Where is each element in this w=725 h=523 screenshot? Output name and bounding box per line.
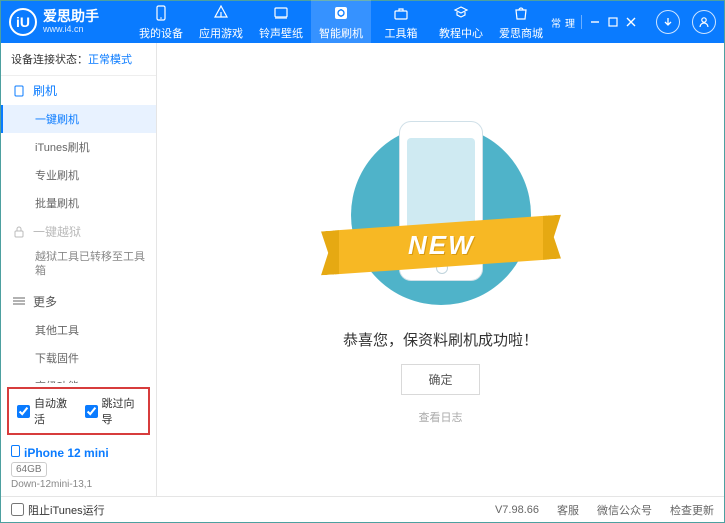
maximize-icon[interactable] [606, 15, 620, 29]
close-icon[interactable] [624, 15, 638, 29]
success-illustration: NEW [341, 115, 541, 315]
sidebar-item-other[interactable]: 其他工具 [1, 316, 156, 344]
jailbreak-note: 越狱工具已转移至工具箱 [1, 246, 156, 287]
lock-icon [13, 226, 25, 238]
nav-apps[interactable]: 应用游戏 [191, 0, 251, 45]
options-highlight: 自动激活 跳过向导 [7, 387, 150, 435]
wallpaper-icon [272, 4, 290, 22]
nav-label: 爱思商城 [499, 25, 543, 41]
nav-label: 我的设备 [139, 25, 183, 41]
sidebar-item-oneclick[interactable]: 一键刷机 [1, 105, 156, 133]
app-url: www.i4.cn [43, 25, 99, 35]
sidebar-item-download-fw[interactable]: 下载固件 [1, 344, 156, 372]
device-storage: 64GB [11, 462, 47, 477]
nav-label: 工具箱 [385, 25, 418, 41]
checkbox-auto-activate[interactable]: 自动激活 [17, 395, 73, 427]
app-name: 爱思助手 [43, 9, 99, 24]
app-logo: iU 爱思助手 www.i4.cn [9, 8, 131, 36]
device-small-icon [11, 445, 20, 460]
ok-button[interactable]: 确定 [401, 364, 479, 395]
user-icon[interactable] [692, 10, 716, 34]
store-icon [512, 4, 530, 22]
win-menu-2[interactable]: 理 [565, 15, 575, 30]
logo-icon: iU [9, 8, 37, 36]
nav-label: 智能刷机 [319, 25, 363, 41]
checkbox-block-itunes[interactable]: 阻止iTunes运行 [11, 502, 105, 518]
sidebar-cat-more[interactable]: 更多 [1, 287, 156, 316]
nav-label: 铃声壁纸 [259, 25, 303, 41]
nav-media[interactable]: 铃声壁纸 [251, 0, 311, 45]
device-status: 设备连接状态：正常模式 [1, 43, 156, 76]
device-identifier: Down-12mini-13,1 [11, 479, 146, 490]
footer-update[interactable]: 检查更新 [670, 502, 714, 518]
sidebar-cat-flash[interactable]: 刷机 [1, 76, 156, 105]
download-icon[interactable] [656, 10, 680, 34]
main-content: NEW 恭喜您，保资料刷机成功啦！ 确定 查看日志 [157, 43, 724, 496]
footer-wechat[interactable]: 微信公众号 [597, 502, 652, 518]
sidebar: 设备连接状态：正常模式 刷机 一键刷机 iTunes刷机 专业刷机 批量刷机 一… [1, 43, 157, 496]
sidebar-item-batch[interactable]: 批量刷机 [1, 189, 156, 217]
nav-label: 教程中心 [439, 25, 483, 41]
more-icon [13, 295, 25, 307]
sidebar-cat-jailbreak: 一键越狱 [1, 217, 156, 246]
nav-flash[interactable]: 智能刷机 [311, 0, 371, 45]
window-controls: 常 理 [551, 10, 716, 34]
ribbon-text: NEW [407, 229, 474, 260]
sidebar-item-itunes[interactable]: iTunes刷机 [1, 133, 156, 161]
win-menu-1[interactable]: 常 [551, 15, 561, 30]
nav-label: 应用游戏 [199, 25, 243, 41]
titlebar: iU 爱思助手 www.i4.cn 我的设备 应用游戏 铃声壁纸 智能刷机 [1, 1, 724, 43]
footer-service[interactable]: 客服 [557, 502, 579, 518]
nav-tutorial[interactable]: 教程中心 [431, 0, 491, 45]
sidebar-item-advanced[interactable]: 高级功能 [1, 372, 156, 383]
phone-small-icon [13, 85, 25, 97]
nav-store[interactable]: 爱思商城 [491, 0, 551, 45]
minimize-icon[interactable] [588, 15, 602, 29]
view-log-link[interactable]: 查看日志 [419, 409, 463, 425]
success-message: 恭喜您，保资料刷机成功啦！ [343, 329, 538, 350]
connected-device[interactable]: iPhone 12 mini 64GB Down-12mini-13,1 [1, 439, 156, 496]
tutorial-icon [452, 4, 470, 22]
phone-icon [152, 4, 170, 22]
version-label: V7.98.66 [495, 504, 539, 516]
flash-icon [332, 4, 350, 22]
status-bar: 阻止iTunes运行 V7.98.66 客服 微信公众号 检查更新 [1, 496, 724, 522]
nav-my-device[interactable]: 我的设备 [131, 0, 191, 45]
checkbox-skip-guide[interactable]: 跳过向导 [85, 395, 141, 427]
sidebar-item-pro[interactable]: 专业刷机 [1, 161, 156, 189]
nav-toolbox[interactable]: 工具箱 [371, 0, 431, 45]
main-nav: 我的设备 应用游戏 铃声壁纸 智能刷机 工具箱 教程中心 [131, 0, 551, 45]
apps-icon [212, 4, 230, 22]
toolbox-icon [392, 4, 410, 22]
